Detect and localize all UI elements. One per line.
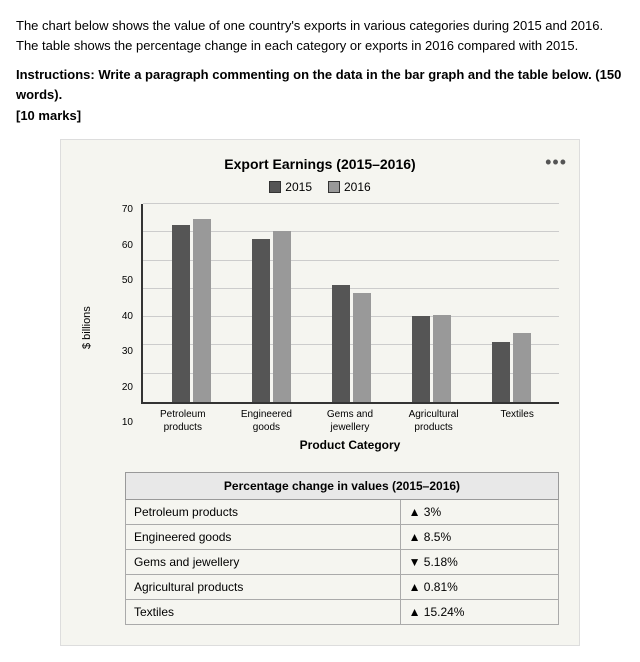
x-label-textiles: Textiles [477, 408, 557, 434]
category-agricultural [412, 315, 451, 402]
legend-2016: 2016 [328, 180, 371, 194]
intro-text: The chart below shows the value of one c… [16, 16, 624, 55]
table-cell-textiles-change: ▲ 15.24% [400, 600, 558, 625]
bar-textiles-2016 [513, 333, 531, 402]
x-axis-title: Product Category [141, 438, 559, 452]
table-row-petroleum: Petroleum products ▲ 3% [126, 500, 559, 525]
bar-agricultural-2016 [433, 315, 451, 402]
table-header-row: Percentage change in values (2015–2016) [126, 473, 559, 500]
category-petroleum [172, 219, 211, 402]
x-labels: Petroleumproducts Engineeredgoods Gems a… [141, 408, 559, 434]
table-row-gems: Gems and jewellery ▼ 5.18% [126, 550, 559, 575]
y-tick-40: 40 [97, 311, 137, 322]
y-tick-30: 30 [97, 346, 137, 357]
legend-2015: 2015 [269, 180, 312, 194]
table-header: Percentage change in values (2015–2016) [126, 473, 559, 500]
table-row-textiles: Textiles ▲ 15.24% [126, 600, 559, 625]
chart-legend: 2015 2016 [81, 180, 559, 194]
chart-area: $ billions 10 20 30 40 50 60 70 [81, 204, 559, 452]
table-row-engineered: Engineered goods ▲ 8.5% [126, 525, 559, 550]
chart-plot [141, 204, 559, 404]
bars-group [143, 204, 559, 402]
y-tick-10: 10 [97, 417, 137, 428]
table-cell-petroleum-name: Petroleum products [126, 500, 401, 525]
table-row-agricultural: Agricultural products ▲ 0.81% [126, 575, 559, 600]
x-label-engineered: Engineeredgoods [226, 408, 306, 434]
bar-textiles-2015 [492, 342, 510, 402]
table-cell-engineered-change: ▲ 8.5% [400, 525, 558, 550]
chart-title: Export Earnings (2015–2016) [81, 156, 559, 172]
y-tick-20: 20 [97, 382, 137, 393]
bar-gems-2016 [353, 293, 371, 402]
legend-label-2015: 2015 [285, 180, 312, 194]
percentage-table: Percentage change in values (2015–2016) … [125, 472, 559, 625]
bar-petroleum-2015 [172, 225, 190, 402]
legend-label-2016: 2016 [344, 180, 371, 194]
y-axis-label: $ billions [81, 204, 93, 452]
bar-agricultural-2015 [412, 316, 430, 402]
x-label-gems: Gems andjewellery [310, 408, 390, 434]
bar-engineered-2016 [273, 231, 291, 402]
table-cell-agricultural-name: Agricultural products [126, 575, 401, 600]
category-textiles [492, 333, 531, 402]
category-gems [332, 285, 371, 402]
table-wrapper: Percentage change in values (2015–2016) … [125, 472, 559, 625]
marks-text: [10 marks] [16, 108, 624, 123]
chart-inner: 10 20 30 40 50 60 70 [97, 204, 559, 452]
x-label-agricultural: Agriculturalproducts [394, 408, 474, 434]
table-cell-agricultural-change: ▲ 0.81% [400, 575, 558, 600]
y-tick-60: 60 [97, 240, 137, 251]
instructions-text: Instructions: Write a paragraph commenti… [16, 65, 624, 104]
x-label-petroleum: Petroleumproducts [143, 408, 223, 434]
legend-box-2015 [269, 181, 281, 193]
y-tick-50: 50 [97, 275, 137, 286]
chart-container: ••• Export Earnings (2015–2016) 2015 201… [60, 139, 580, 646]
category-engineered [252, 231, 291, 402]
bar-gems-2015 [332, 285, 350, 402]
more-button[interactable]: ••• [545, 152, 567, 173]
legend-box-2016 [328, 181, 340, 193]
table-cell-engineered-name: Engineered goods [126, 525, 401, 550]
table-cell-gems-change: ▼ 5.18% [400, 550, 558, 575]
bar-engineered-2015 [252, 239, 270, 402]
table-cell-petroleum-change: ▲ 3% [400, 500, 558, 525]
table-cell-gems-name: Gems and jewellery [126, 550, 401, 575]
table-cell-textiles-name: Textiles [126, 600, 401, 625]
bar-petroleum-2016 [193, 219, 211, 402]
y-tick-70: 70 [97, 204, 137, 215]
